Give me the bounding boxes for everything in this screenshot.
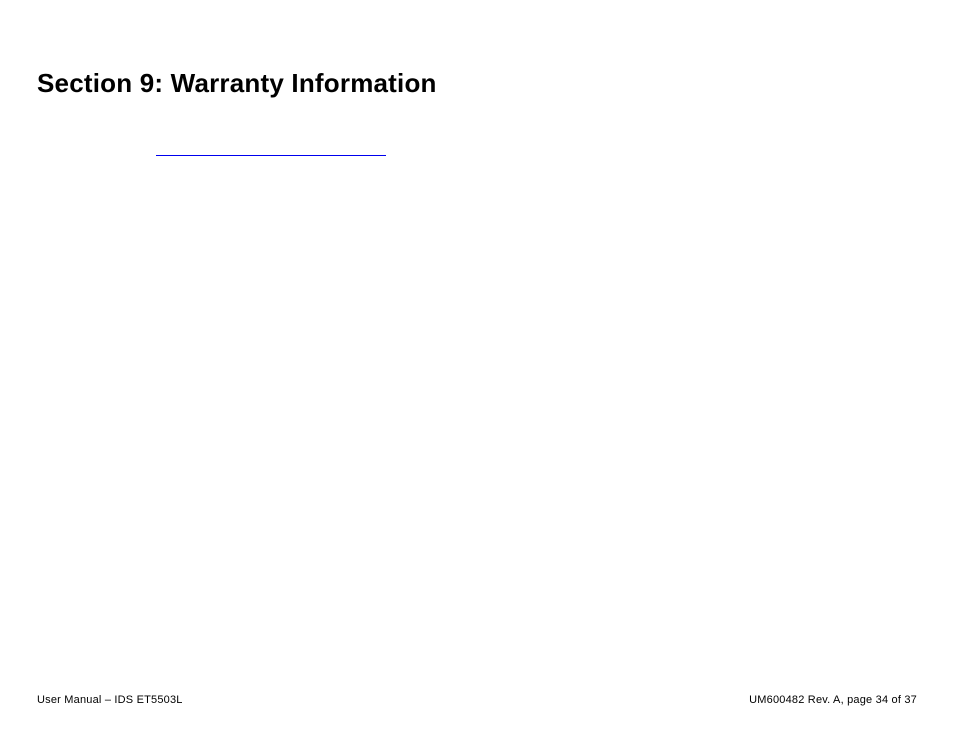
page-footer: User Manual – IDS ET5503L UM600482 Rev. …: [37, 694, 917, 706]
document-page: Section 9: Warranty Information User Man…: [0, 0, 954, 738]
footer-right: UM600482 Rev. A, page 34 of 37: [749, 694, 917, 706]
footer-left: User Manual – IDS ET5503L: [37, 694, 183, 706]
section-heading: Section 9: Warranty Information: [37, 68, 437, 99]
link-underline: [156, 155, 386, 156]
